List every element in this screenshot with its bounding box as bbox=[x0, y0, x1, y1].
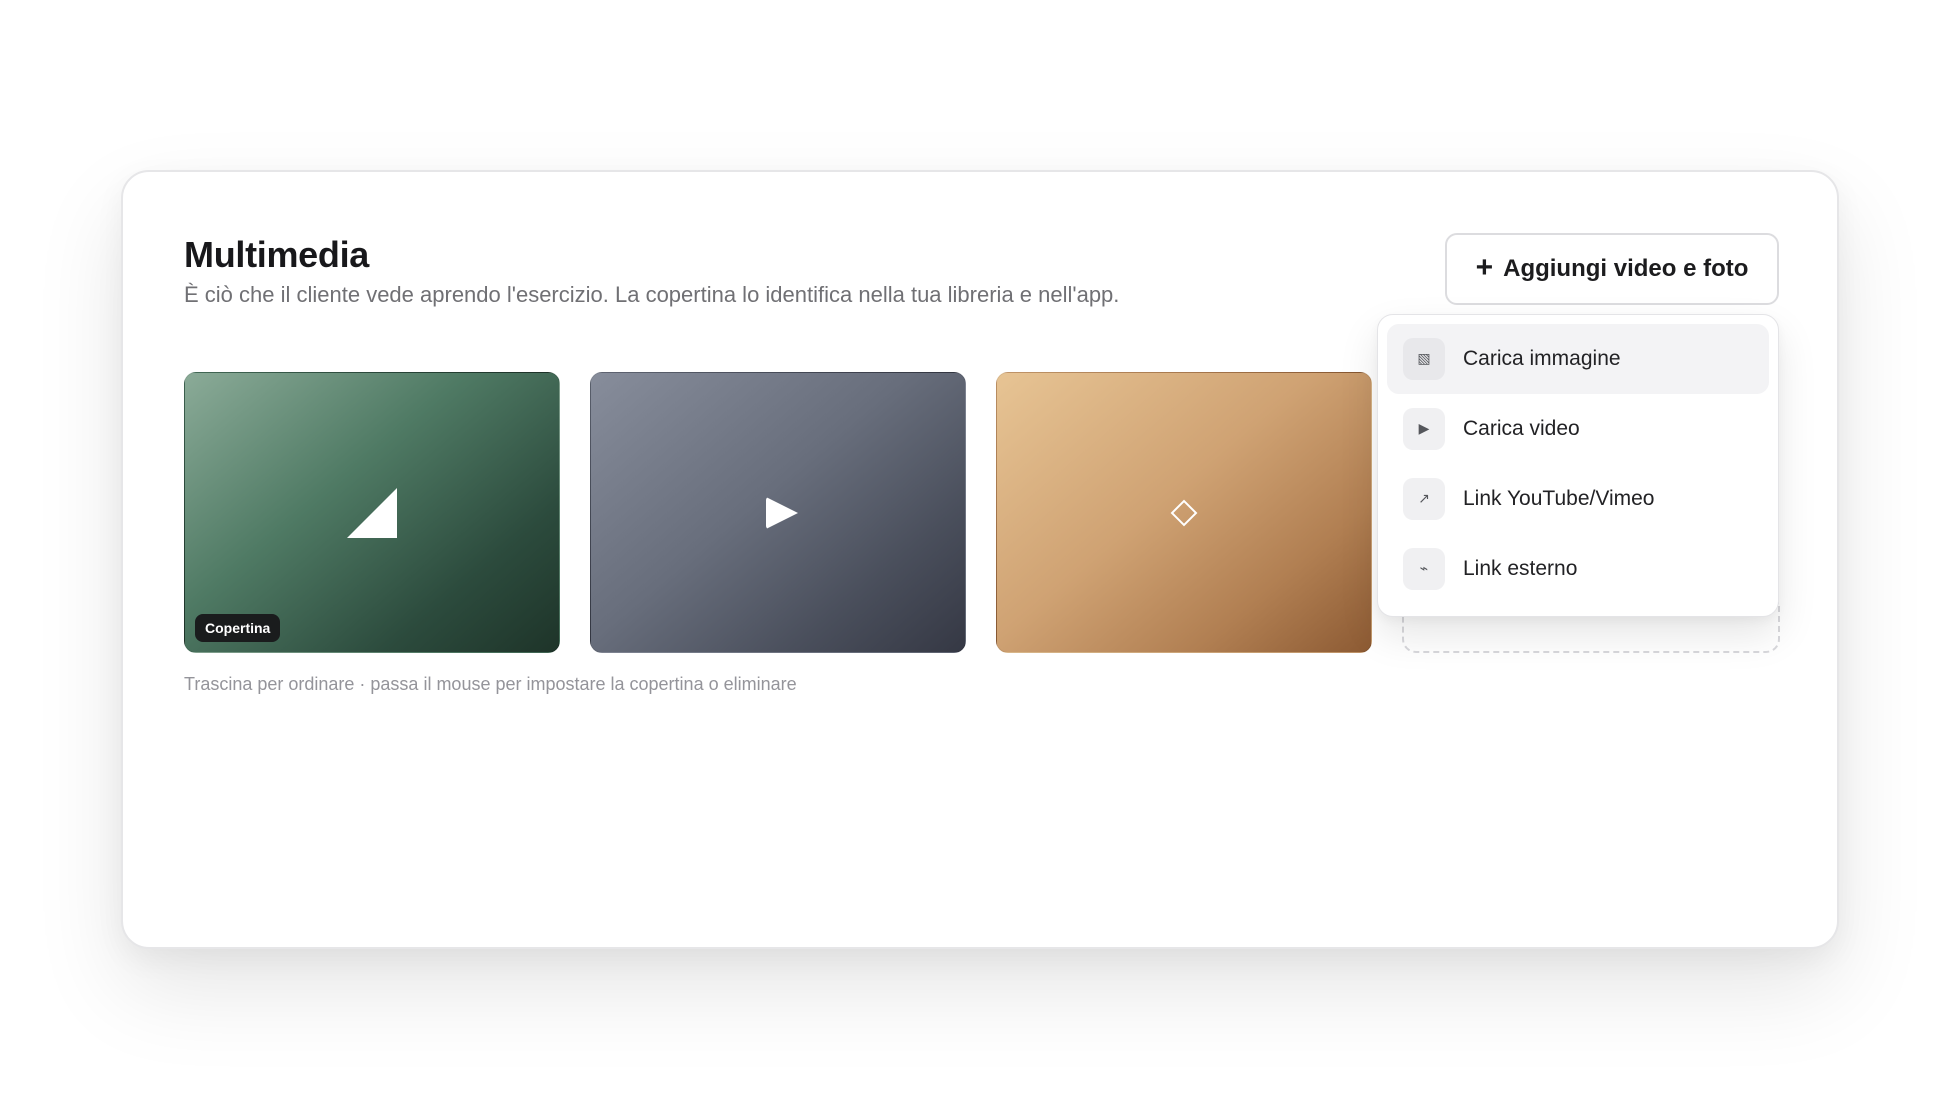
play-icon bbox=[766, 496, 798, 529]
menu-item-upload-image[interactable]: ▧ Carica immagine bbox=[1387, 324, 1769, 394]
menu-item-label: Carica immagine bbox=[1463, 347, 1621, 370]
multimedia-card: Multimedia È ciò che il cliente vede apr… bbox=[121, 170, 1839, 949]
section-subtitle: È ciò che il cliente vede aprendo l'eser… bbox=[184, 282, 1120, 307]
add-media-label: Aggiungi video e foto bbox=[1503, 255, 1749, 282]
add-media-button[interactable]: + Aggiungi video e foto bbox=[1445, 233, 1779, 305]
media-tile-video[interactable] bbox=[590, 372, 966, 653]
reorder-hint: Trascina per ordinare · passa il mouse p… bbox=[184, 674, 797, 694]
page: Multimedia È ciò che il cliente vede apr… bbox=[0, 0, 1960, 1120]
menu-item-label: Carica video bbox=[1463, 417, 1580, 440]
triangle-icon bbox=[347, 487, 397, 538]
cover-badge: Copertina bbox=[195, 614, 281, 642]
menu-item-upload-video[interactable]: ▶ Carica video bbox=[1387, 394, 1769, 464]
media-tile-cover[interactable]: Copertina bbox=[184, 372, 560, 653]
section-title: Multimedia bbox=[184, 234, 370, 275]
diamond-icon bbox=[1170, 499, 1198, 526]
menu-item-label: Link esterno bbox=[1463, 557, 1578, 580]
link-icon: ⌁ bbox=[1403, 548, 1445, 590]
add-media-menu: ▧ Carica immagine ▶ Carica video ↗ Link … bbox=[1377, 314, 1779, 617]
image-icon: ▧ bbox=[1403, 338, 1445, 380]
plus-icon: + bbox=[1475, 251, 1494, 284]
menu-item-label: Link YouTube/Vimeo bbox=[1463, 487, 1655, 510]
arrow-up-right-icon: ↗ bbox=[1403, 478, 1445, 520]
play-icon: ▶ bbox=[1403, 408, 1445, 450]
menu-item-youtube-vimeo-link[interactable]: ↗ Link YouTube/Vimeo bbox=[1387, 464, 1769, 534]
menu-item-external-link[interactable]: ⌁ Link esterno bbox=[1387, 534, 1769, 604]
media-tile-link[interactable] bbox=[996, 372, 1372, 653]
